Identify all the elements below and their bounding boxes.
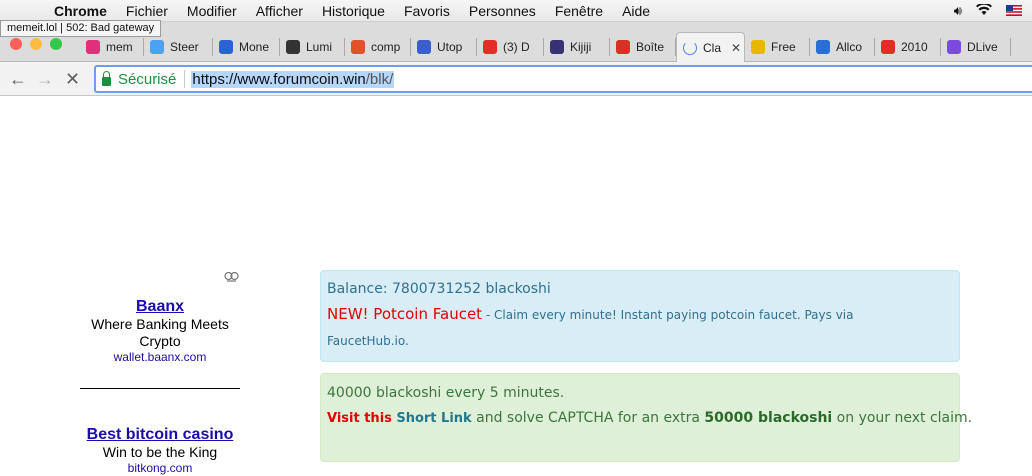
menu-modifier[interactable]: Modifier — [187, 3, 237, 19]
menu-aide[interactable]: Aide — [622, 3, 650, 19]
tab-label: (3) D — [503, 40, 530, 54]
browser-tab[interactable]: DLive — [941, 32, 1011, 62]
tab-label: Steer — [170, 40, 199, 54]
ad-divider — [80, 388, 240, 389]
secure-label: Sécurisé — [118, 70, 177, 88]
ad-description: Win to be the King — [102, 444, 218, 460]
browser-tab[interactable]: Cla ✕ — [676, 32, 745, 62]
gmail-icon — [616, 40, 630, 54]
ad-domain[interactable]: bitkong.com — [80, 461, 240, 475]
forward-arrow-icon[interactable]: → — [36, 69, 54, 89]
balance-text: Balance: 7800731252 blackoshi — [327, 281, 551, 297]
minimize-window-icon[interactable] — [30, 38, 42, 50]
steem-icon — [150, 40, 164, 54]
promo-hub-text: FaucetHub.io. — [327, 334, 409, 348]
promo-line: NEW! Potcoin Faucet - Claim every minute… — [327, 305, 853, 323]
success-alert: 40000 blackoshi every 5 minutes. Visit t… — [320, 373, 972, 462]
memeit-icon — [86, 40, 100, 54]
promo-description: - Claim every minute! Instant paying pot… — [482, 308, 854, 322]
window-controls — [10, 38, 62, 50]
browser-tab[interactable]: (3) D — [477, 32, 544, 62]
page-content: Baanx Where Banking Meets Crypto wallet.… — [0, 97, 1032, 476]
play-icon — [881, 40, 895, 54]
tab-label: Mone — [239, 40, 270, 54]
ad-block[interactable]: Best bitcoin casino Win to be the King b… — [80, 426, 240, 475]
close-window-icon[interactable] — [10, 38, 22, 50]
url-host: https://www.forumcoin.win — [192, 70, 366, 88]
youtube-icon — [483, 40, 497, 54]
browser-tab[interactable]: comp — [345, 32, 411, 62]
stop-loading-icon[interactable]: ✕ — [65, 69, 80, 89]
smiley-icon — [751, 40, 765, 54]
menu-personnes[interactable]: Personnes — [469, 3, 536, 19]
tab-label: comp — [371, 40, 401, 54]
dlive-icon — [947, 40, 961, 54]
ad-block[interactable]: Baanx Where Banking Meets Crypto wallet.… — [80, 298, 240, 364]
shortlink-tail-text: on your next claim. — [832, 410, 973, 426]
tab-label: Allco — [836, 40, 863, 54]
close-tab-icon[interactable]: ✕ — [731, 41, 741, 55]
ad-title[interactable]: Best bitcoin casino — [80, 426, 240, 444]
ad-description: Where Banking Meets Crypto — [91, 316, 229, 349]
browser-tab[interactable]: Utop — [411, 32, 477, 62]
hover-tooltip: memeit.lol | 502: Bad gateway — [0, 20, 162, 37]
dtube-icon — [351, 40, 365, 54]
bonus-amount: 50000 blackoshi — [704, 410, 833, 426]
adchoices-icon[interactable] — [224, 271, 239, 283]
menu-historique[interactable]: Historique — [322, 3, 385, 19]
volume-icon[interactable]: 🔊︎ — [954, 3, 962, 19]
ad-title[interactable]: Baanx — [80, 298, 240, 316]
flag-icon[interactable] — [1006, 4, 1022, 19]
ad-domain[interactable]: wallet.baanx.com — [80, 350, 240, 364]
claim-rate-text: 40000 blackoshi every 5 minutes. — [327, 385, 565, 401]
browser-tab[interactable]: Boîte — [610, 32, 676, 62]
tab-label: Utop — [437, 40, 463, 54]
promo-title[interactable]: NEW! Potcoin Faucet — [327, 305, 482, 323]
tab-label: 2010 — [901, 40, 928, 54]
lightning-icon — [286, 40, 300, 54]
browser-tab[interactable]: Lumi — [280, 32, 345, 62]
shortlink-line: Visit this Short Link and solve CAPTCHA … — [327, 410, 972, 426]
back-arrow-icon[interactable]: ← — [9, 69, 27, 89]
menu-bar: Chrome Fichier Modifier Afficher Histori… — [0, 0, 1032, 22]
tab-label: DLive — [967, 40, 998, 54]
browser-tab[interactable]: Allco — [810, 32, 875, 62]
menu-fichier[interactable]: Fichier — [126, 3, 168, 19]
tab-label: Lumi — [306, 40, 333, 54]
menu-fenetre[interactable]: Fenêtre — [555, 3, 603, 19]
tab-label: Cla — [703, 40, 722, 55]
address-bar[interactable]: Sécurisé https://www.forumcoin.win/blk/ — [94, 65, 1032, 93]
wifi-icon[interactable] — [976, 2, 992, 19]
visit-link[interactable]: Visit this — [327, 411, 392, 426]
allcoins-icon — [816, 40, 830, 54]
tab-label: Kijiji — [570, 40, 592, 54]
kijiji-icon — [550, 40, 564, 54]
lock-icon — [102, 70, 111, 86]
menu-favoris[interactable]: Favoris — [404, 3, 450, 19]
menu-chrome[interactable]: Chrome — [54, 3, 107, 19]
loading-icon — [683, 40, 697, 55]
menu-afficher[interactable]: Afficher — [256, 3, 303, 19]
eye-icon — [417, 40, 431, 54]
url-path: /blk/ — [365, 70, 394, 88]
info-alert: Balance: 7800731252 blackoshi NEW! Potco… — [320, 270, 960, 362]
browser-tab[interactable]: 2010 — [875, 32, 941, 62]
monetha-icon — [219, 40, 233, 54]
tab-label: mem — [106, 40, 133, 54]
browser-tab[interactable]: Kijiji — [544, 32, 610, 62]
shortlink-mid-text: and solve CAPTCHA for an extra — [471, 410, 705, 426]
browser-tab[interactable]: Free — [745, 32, 810, 62]
tab-label: Boîte — [636, 40, 665, 54]
browser-tab[interactable]: Mone — [213, 32, 280, 62]
url-text[interactable]: https://www.forumcoin.win/blk/ — [191, 70, 395, 88]
short-link[interactable]: Short Link — [396, 411, 471, 426]
zoom-window-icon[interactable] — [50, 38, 62, 50]
tab-label: Free — [771, 40, 796, 54]
address-divider — [184, 70, 186, 88]
browser-toolbar: ← → ✕ Sécurisé https://www.forumcoin.win… — [0, 62, 1032, 96]
